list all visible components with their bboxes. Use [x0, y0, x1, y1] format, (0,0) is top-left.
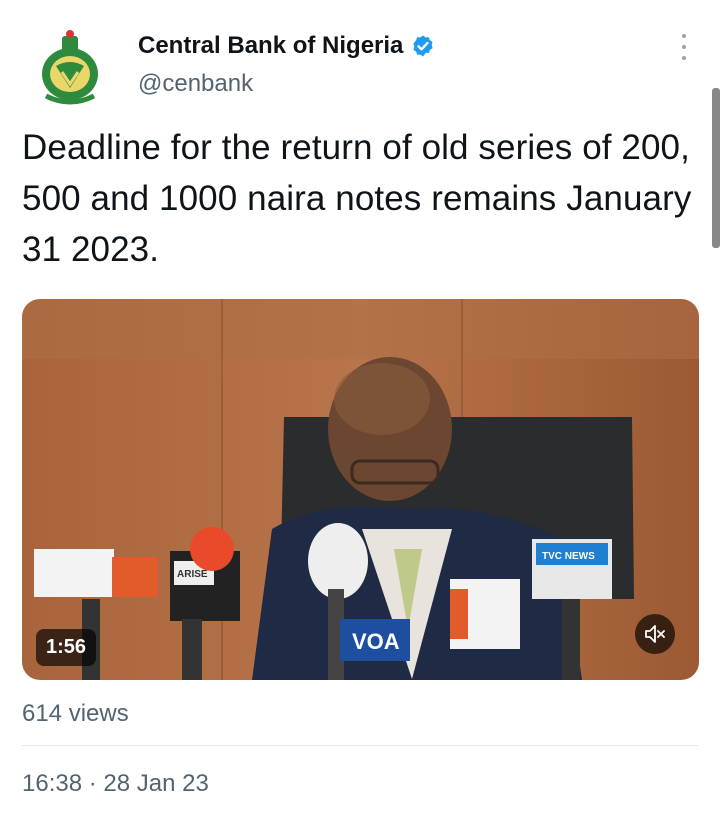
scrollbar[interactable] [712, 88, 720, 248]
divider [22, 745, 698, 746]
video-player[interactable]: ARISE VOA TVC NEWS 1:56 [22, 299, 699, 680]
verified-badge-icon [413, 35, 434, 57]
video-duration: 1:56 [36, 629, 97, 666]
cbn-logo-icon [26, 22, 114, 110]
author-handle[interactable]: @cenbank [138, 70, 435, 98]
tweet-author: Central Bank of Nigeria @cenbank [138, 32, 435, 98]
svg-text:TVC NEWS: TVC NEWS [542, 551, 595, 562]
tweet-timestamp[interactable]: 16:38 · 28 Jan 23 [22, 770, 209, 798]
more-options-icon[interactable] [672, 34, 696, 60]
mute-toggle[interactable] [635, 614, 675, 654]
svg-text:ARISE: ARISE [177, 569, 208, 580]
avatar[interactable] [26, 22, 114, 110]
tweet-text: Deadline for the return of old series of… [22, 128, 692, 269]
svg-text:VOA: VOA [352, 629, 400, 654]
view-count: 614 views [22, 700, 129, 727]
author-display-name[interactable]: Central Bank of Nigeria [138, 32, 403, 60]
video-thumbnail: ARISE VOA TVC NEWS [22, 299, 699, 680]
speaker-muted-icon [645, 625, 665, 643]
